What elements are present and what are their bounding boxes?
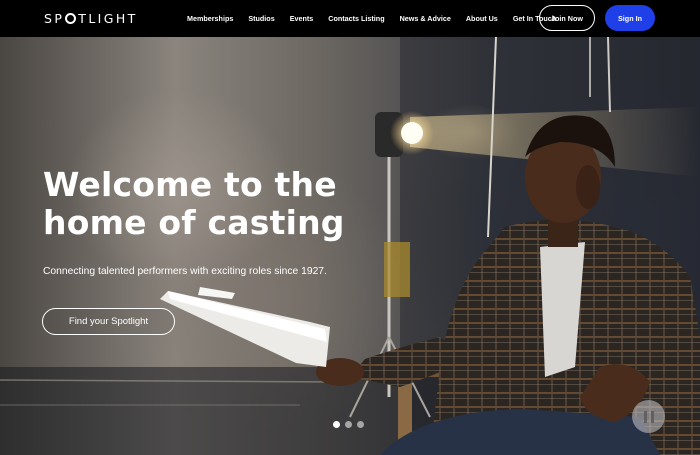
find-your-spotlight-button[interactable]: Find your Spotlight bbox=[42, 308, 175, 335]
carousel-dots bbox=[333, 421, 364, 428]
join-now-button[interactable]: Join Now bbox=[539, 5, 595, 31]
nav-item-events[interactable]: Events bbox=[290, 14, 314, 23]
pause-icon-bar bbox=[650, 410, 654, 423]
nav-item-memberships[interactable]: Memberships bbox=[187, 14, 233, 23]
carousel-dot-2[interactable] bbox=[345, 421, 352, 428]
hero-banner: Welcome to the home of casting Connectin… bbox=[0, 37, 700, 455]
hero-photo bbox=[0, 37, 700, 455]
pause-icon bbox=[643, 410, 647, 423]
hero-subtitle: Connecting talented performers with exci… bbox=[43, 266, 327, 277]
hero-title: Welcome to the home of casting bbox=[43, 165, 345, 242]
logo-o-icon bbox=[65, 12, 77, 24]
carousel-dot-1[interactable] bbox=[333, 421, 340, 428]
main-menu: Memberships Studios Events Contacts List… bbox=[187, 0, 556, 37]
logo-text-left: SP bbox=[44, 10, 65, 26]
nav-item-about-us[interactable]: About Us bbox=[466, 14, 498, 23]
pause-button[interactable] bbox=[632, 400, 665, 433]
sign-in-button[interactable]: Sign In bbox=[605, 5, 655, 31]
logo-text-right: TLIGHT bbox=[78, 10, 138, 26]
nav-item-contacts-listing[interactable]: Contacts Listing bbox=[328, 14, 384, 23]
spotlight-logo[interactable]: SP TLIGHT bbox=[44, 10, 138, 26]
nav-item-studios[interactable]: Studios bbox=[248, 14, 274, 23]
top-nav: SP TLIGHT Memberships Studios Events Con… bbox=[0, 0, 700, 37]
carousel-dot-3[interactable] bbox=[357, 421, 364, 428]
nav-item-news-advice[interactable]: News & Advice bbox=[400, 14, 451, 23]
